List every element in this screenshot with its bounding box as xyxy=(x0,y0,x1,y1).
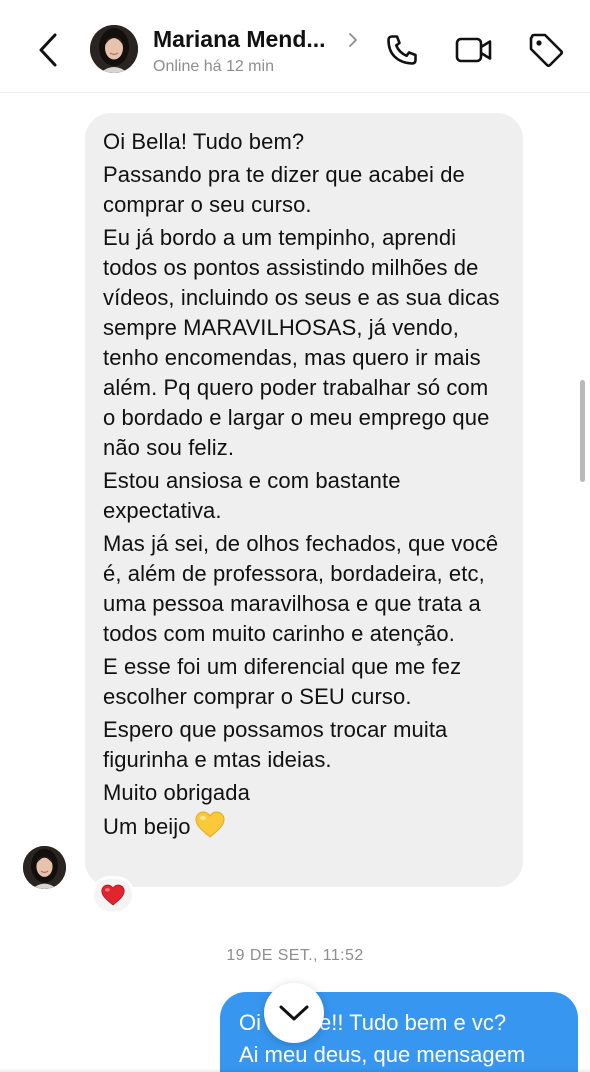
heart-reaction[interactable] xyxy=(91,876,135,914)
yellow-heart-emoji xyxy=(195,811,225,846)
back-button[interactable] xyxy=(28,28,68,72)
message-line: Oi Bella! Tudo bem? xyxy=(103,129,305,154)
message-line: Muito obrigada xyxy=(103,780,250,805)
label-button[interactable] xyxy=(526,30,566,70)
video-camera-icon xyxy=(455,37,492,63)
composer-edge xyxy=(0,1068,590,1072)
profile-photo xyxy=(23,846,66,889)
chat-header: Mariana Mend... Online há 12 min xyxy=(0,0,590,93)
scrollbar-thumb[interactable] xyxy=(580,380,585,482)
online-status: Online há 12 min xyxy=(153,58,274,75)
red-heart-emoji xyxy=(101,884,125,906)
message-line-with-emoji: Um beijo xyxy=(103,811,506,846)
chevron-right-icon[interactable] xyxy=(346,30,360,50)
message-line: Eu já bordo a um tempinho, aprendi todos… xyxy=(103,225,500,460)
direct-message-thread: Mariana Mend... Online há 12 min Oi Bell… xyxy=(0,0,590,1072)
chevron-left-icon xyxy=(39,33,57,67)
scroll-to-bottom-button[interactable] xyxy=(264,983,324,1043)
message-fragment: e!! Tudo bem e vc? xyxy=(319,1010,507,1035)
message-line: Ai meu deus, que mensagem xyxy=(239,1042,526,1067)
message-line: Espero que possamos trocar muita figurin… xyxy=(103,717,448,772)
profile-photo xyxy=(90,25,138,73)
message-line: Estou ansiosa e com bastante expectativa… xyxy=(103,468,401,523)
chevron-down-icon xyxy=(279,1005,309,1021)
message-timestamp: 19 DE SET., 11:52 xyxy=(226,947,364,964)
phone-icon xyxy=(387,35,417,65)
voice-call-button[interactable] xyxy=(382,30,422,70)
message-line: Um beijo xyxy=(103,814,191,839)
tag-icon xyxy=(529,33,564,68)
message-line: E esse foi um diferencial que me fez esc… xyxy=(103,654,462,709)
incoming-message-bubble[interactable]: Oi Bella! Tudo bem? Passando pra te dize… xyxy=(85,113,523,887)
message-line: Passando pra te dizer que acabei de comp… xyxy=(103,162,465,217)
sender-avatar[interactable] xyxy=(23,846,66,889)
message-fragment: Oi xyxy=(239,1010,261,1035)
contact-name[interactable]: Mariana Mend... xyxy=(153,26,326,53)
contact-avatar[interactable] xyxy=(90,25,138,73)
video-call-button[interactable] xyxy=(454,30,494,70)
message-line: Mas já sei, de olhos fechados, que você … xyxy=(103,531,499,646)
